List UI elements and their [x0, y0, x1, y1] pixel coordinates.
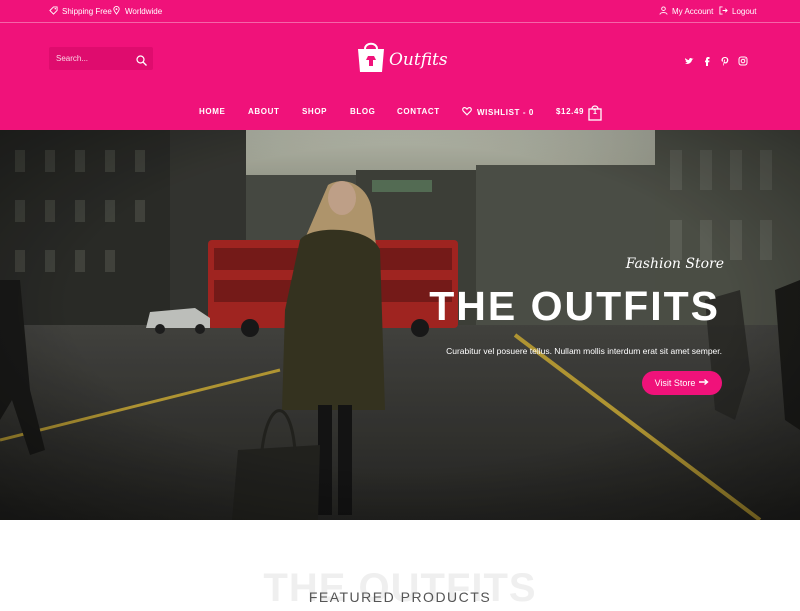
logout-text: Logout — [732, 7, 757, 16]
nav-item-blog[interactable]: BLOG — [350, 107, 376, 116]
hero-banner: Fashion Store THE OUTFITS Curabitur vel … — [0, 130, 800, 520]
visit-store-button[interactable]: Visit Store — [642, 371, 722, 395]
section-title: FEATURED PRODUCTS — [308, 589, 492, 605]
search-input[interactable] — [49, 53, 138, 64]
cart-icon[interactable]: 1 — [588, 104, 602, 121]
shipping-info: Shipping Free — [49, 6, 112, 17]
twitter-icon[interactable] — [684, 53, 694, 64]
nav-item-shop[interactable]: SHOP — [302, 107, 327, 116]
social-links — [684, 53, 748, 66]
my-account-link[interactable]: My Account — [659, 6, 713, 17]
search-icon[interactable] — [136, 53, 147, 66]
heart-icon — [462, 106, 472, 118]
nav-item-contact[interactable]: CONTACT — [397, 107, 440, 116]
arrow-right-icon — [699, 378, 710, 388]
nav-item-wishlist[interactable]: WISHLIST - 0 — [462, 106, 534, 118]
instagram-icon[interactable] — [738, 53, 748, 66]
logout-link[interactable]: Logout — [719, 6, 756, 17]
site-logo[interactable]: Outfits — [355, 39, 448, 78]
map-pin-icon — [112, 6, 121, 17]
pinterest-icon[interactable] — [720, 53, 730, 66]
site-header: Outfits — [0, 23, 800, 95]
hero-subtitle: Curabitur vel posuere tellus. Nullam mol… — [446, 346, 722, 356]
top-bar: Shipping Free Worldwide My Account Logou… — [0, 0, 800, 23]
worldwide-text: Worldwide — [125, 7, 163, 16]
search-box — [49, 47, 153, 70]
my-account-text: My Account — [672, 7, 714, 16]
user-icon — [659, 6, 668, 17]
logo-text: Outfits — [389, 49, 448, 70]
cart-count: 1 — [593, 109, 597, 116]
shipping-text: Shipping Free — [62, 7, 112, 16]
cart-total[interactable]: $12.49 — [556, 107, 584, 116]
logout-icon — [719, 6, 728, 17]
wishlist-label: WISHLIST - 0 — [477, 107, 534, 117]
hero-script-text: Fashion Store — [625, 256, 724, 272]
tag-icon — [49, 6, 58, 17]
worldwide-info: Worldwide — [112, 6, 162, 17]
hero-title: THE OUTFITS — [429, 283, 720, 329]
main-nav: HOME ABOUT SHOP BLOG CONTACT WISHLIST - … — [0, 95, 800, 130]
facebook-icon[interactable] — [702, 53, 712, 66]
visit-store-label: Visit Store — [654, 378, 696, 388]
nav-item-home[interactable]: HOME — [199, 107, 225, 116]
shopping-bag-icon — [355, 39, 387, 78]
nav-item-about[interactable]: ABOUT — [248, 107, 279, 116]
